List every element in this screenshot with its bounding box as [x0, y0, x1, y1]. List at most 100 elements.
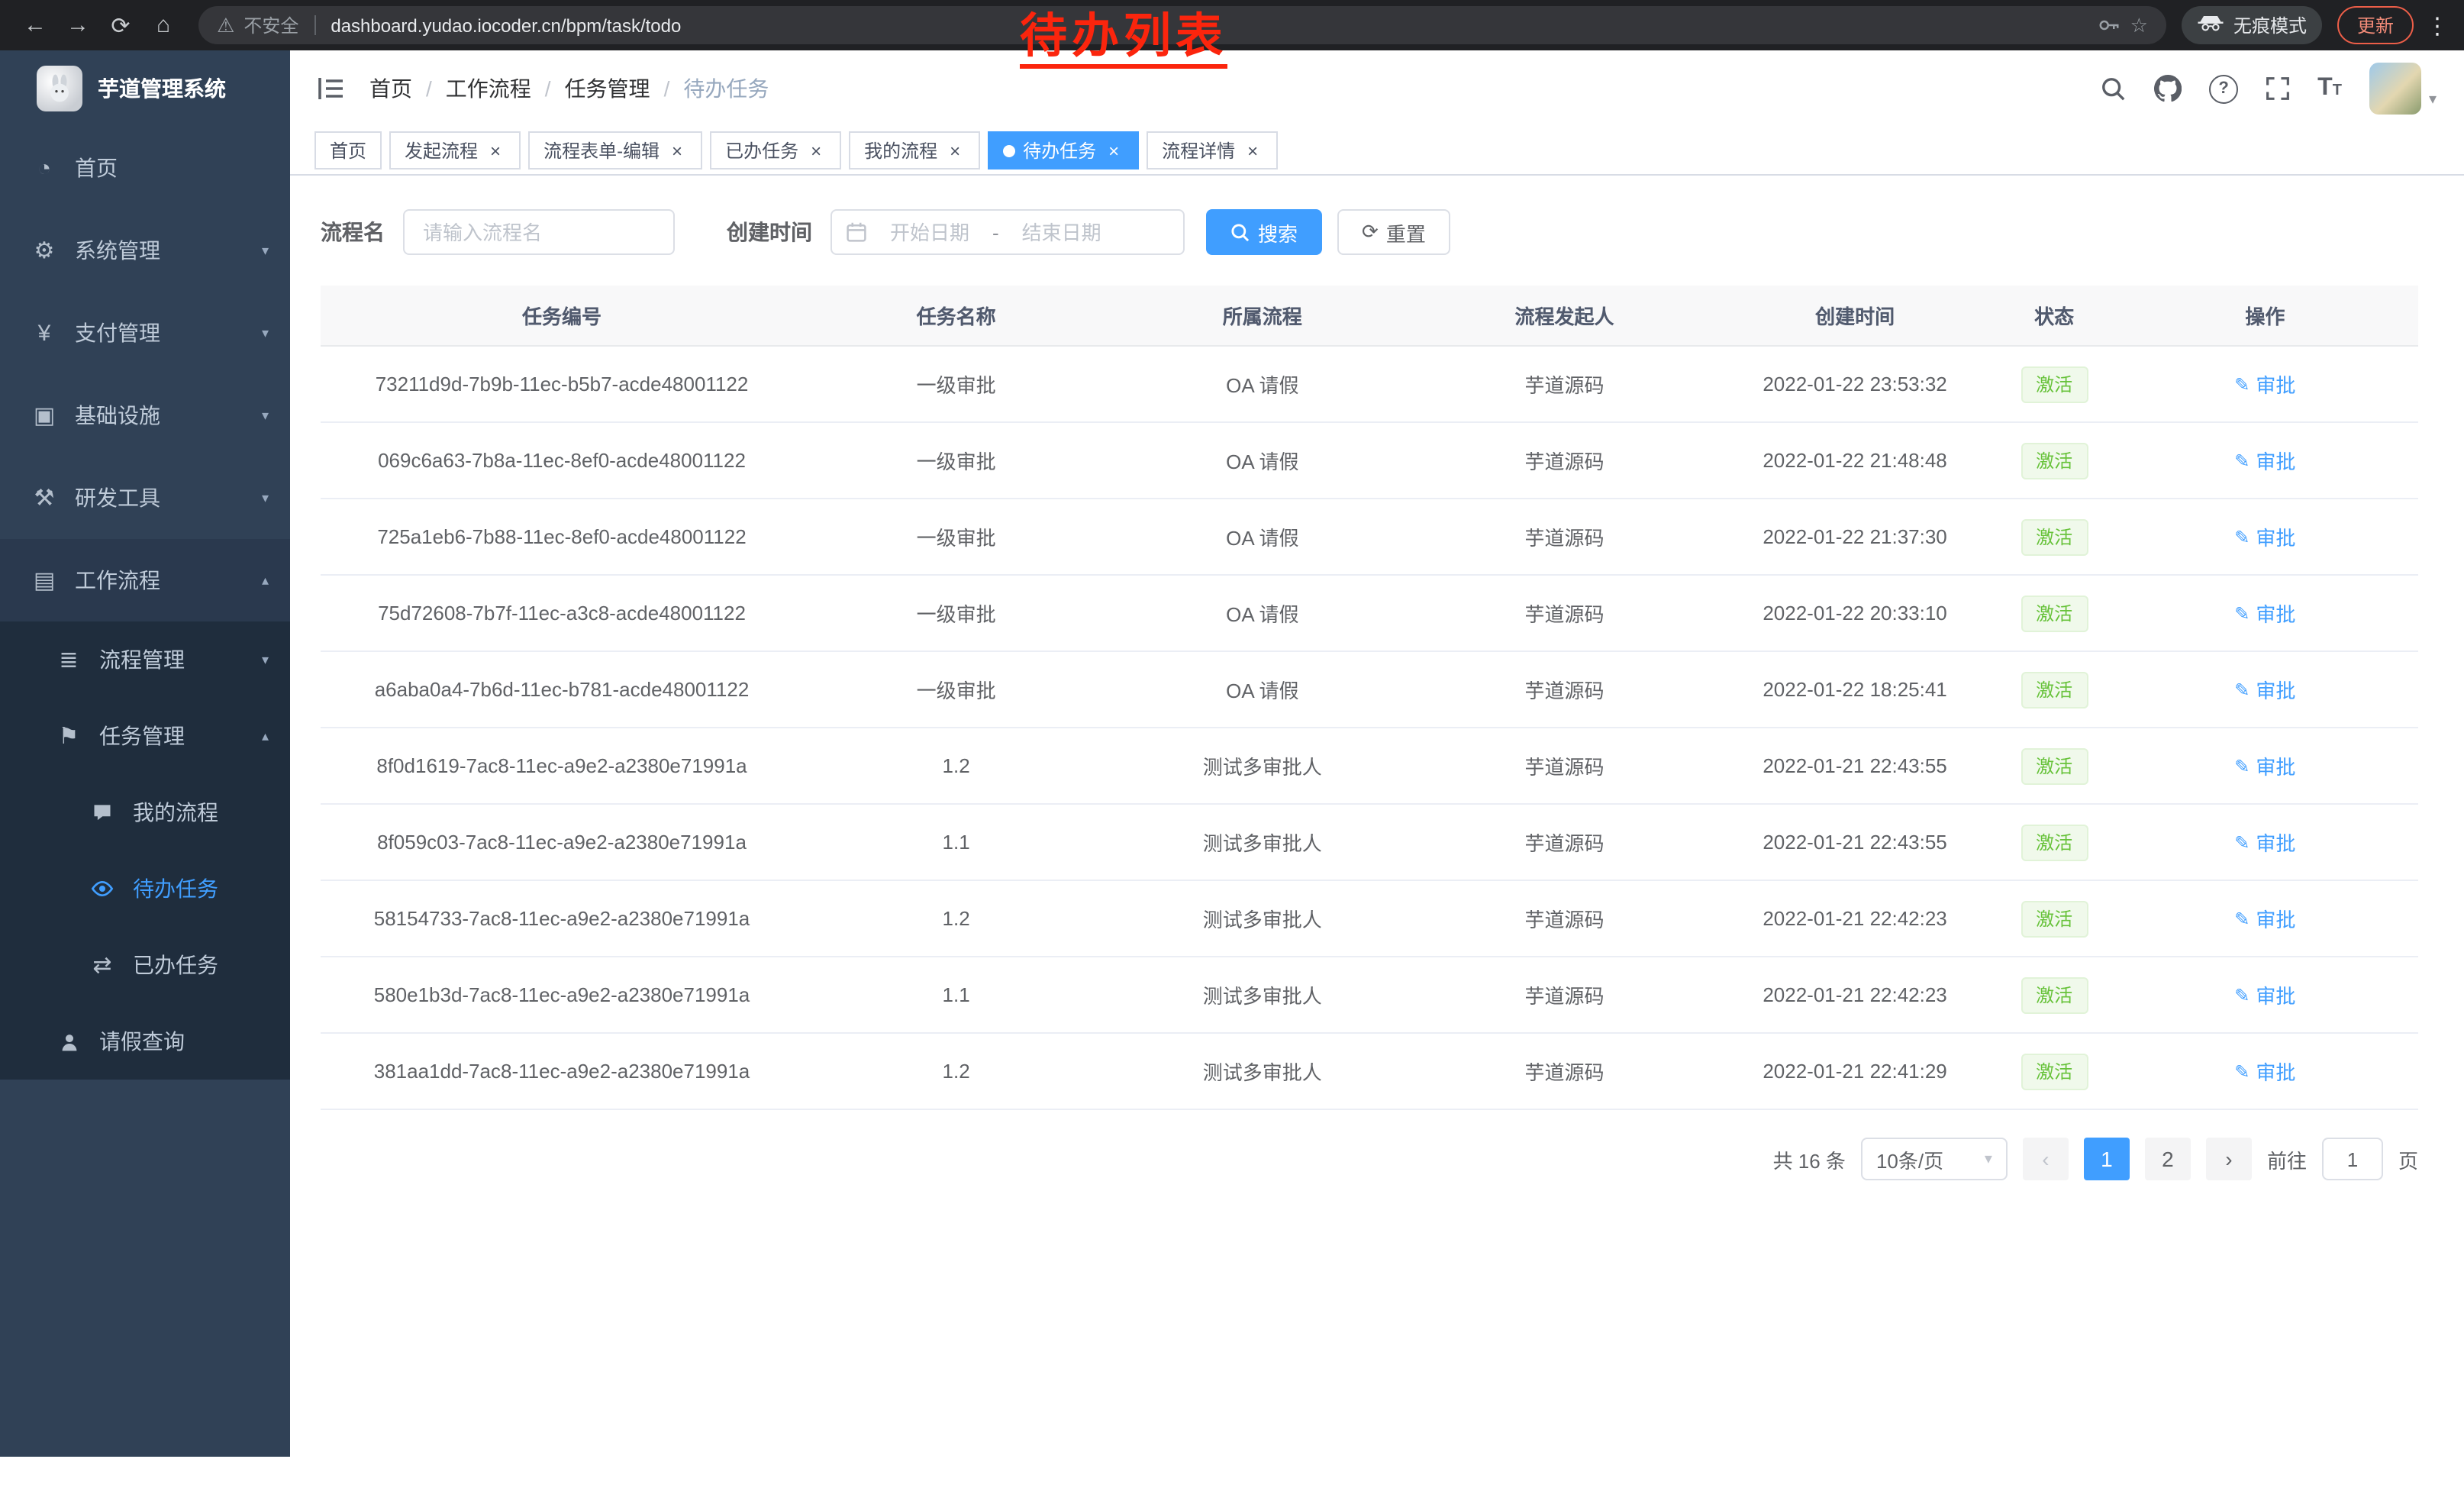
actions-cell: ✎审批: [2112, 346, 2418, 422]
home-icon[interactable]: ⌂: [144, 5, 183, 45]
sidebar-item-dev-tools[interactable]: ⚒ 研发工具 ▾: [0, 457, 290, 539]
next-page-button[interactable]: ›: [2206, 1138, 2252, 1180]
tab-home[interactable]: 首页: [314, 131, 382, 169]
sidebar-item-leave-query[interactable]: 请假查询: [0, 1003, 290, 1080]
sidebar-item-process-management[interactable]: ≣ 流程管理 ▾: [0, 621, 290, 698]
sidebar-item-done-task[interactable]: ⇄ 已办任务: [0, 927, 290, 1003]
approve-button[interactable]: ✎审批: [2234, 599, 2295, 628]
search-button[interactable]: 搜索: [1206, 209, 1322, 255]
approve-button[interactable]: ✎审批: [2234, 1057, 2295, 1086]
security-label[interactable]: 不安全: [243, 12, 298, 38]
process-name-input[interactable]: [403, 209, 675, 255]
refresh-icon: ⟳: [1362, 220, 1379, 244]
breadcrumb-item-workflow[interactable]: 工作流程: [446, 73, 531, 104]
close-icon[interactable]: ×: [667, 140, 687, 160]
sidebar-item-my-process[interactable]: 我的流程: [0, 774, 290, 851]
chevron-down-icon: ▾: [262, 489, 269, 506]
approve-label: 审批: [2256, 828, 2295, 857]
close-icon[interactable]: ×: [485, 140, 505, 160]
task-id-cell: 8f059c03-7ac8-11ec-a9e2-a2380e71991a: [321, 804, 803, 880]
tab-process-form-edit[interactable]: 流程表单-编辑 ×: [528, 131, 702, 169]
close-icon[interactable]: ×: [1104, 140, 1124, 160]
status-cell: 激活: [1997, 1033, 2112, 1109]
column-header-create-time: 创建时间: [1714, 286, 1997, 346]
task-id-cell: 580e1b3d-7ac8-11ec-a9e2-a2380e71991a: [321, 957, 803, 1033]
browser-window: ← → ⟳ ⌂ ⚠ 不安全 dashboard.yudao.iocoder.cn…: [0, 0, 2464, 1501]
eye-icon: [89, 880, 116, 898]
breadcrumb-item-todo-task: 待办任务: [683, 73, 769, 104]
chevron-down-icon: ▾: [262, 407, 269, 424]
url-text[interactable]: dashboard.yudao.iocoder.cn/bpm/task/todo: [331, 15, 681, 36]
task-id-cell: 73211d9d-7b9b-11ec-b5b7-acde48001122: [321, 346, 803, 422]
search-icon[interactable]: [2101, 76, 2127, 102]
approve-button[interactable]: ✎审批: [2234, 522, 2295, 551]
workflow-submenu-block: ▤ 工作流程 ▴ ≣ 流程管理 ▾ ⚑ 任务管理 ▴: [0, 539, 290, 1080]
page-button-1[interactable]: 1: [2084, 1138, 2130, 1180]
sidebar-item-label: 工作流程: [75, 565, 245, 596]
avatar[interactable]: [2369, 63, 2421, 115]
tab-process-detail[interactable]: 流程详情 ×: [1147, 131, 1278, 169]
breadcrumb-item-home[interactable]: 首页: [369, 73, 412, 104]
close-icon[interactable]: ×: [945, 140, 965, 160]
browser-menu-icon[interactable]: ⋮: [2426, 11, 2449, 39]
github-icon[interactable]: [2154, 75, 2182, 102]
address-bar[interactable]: ⚠ 不安全 dashboard.yudao.iocoder.cn/bpm/tas…: [198, 6, 2166, 44]
refresh-icon[interactable]: ⟳: [101, 5, 140, 45]
close-icon[interactable]: ×: [1243, 140, 1263, 160]
actions-cell: ✎审批: [2112, 422, 2418, 499]
task-name-cell: 1.1: [803, 957, 1109, 1033]
approve-label: 审批: [2256, 370, 2295, 399]
breadcrumb: 首页 / 工作流程 / 任务管理 / 待办任务: [369, 73, 769, 104]
prev-page-button[interactable]: ‹: [2023, 1138, 2069, 1180]
task-id-cell: 75d72608-7b7f-11ec-a3c8-acde48001122: [321, 575, 803, 651]
sidebar-item-workflow[interactable]: ▤ 工作流程 ▴: [0, 539, 290, 621]
person-icon: [55, 1031, 82, 1051]
breadcrumb-item-task-management[interactable]: 任务管理: [565, 73, 650, 104]
user-menu[interactable]: ▾: [2369, 63, 2437, 115]
tab-my-process[interactable]: 我的流程 ×: [849, 131, 980, 169]
help-icon[interactable]: ?: [2209, 74, 2238, 103]
page-size-select[interactable]: 10条/页 ▾: [1861, 1138, 2008, 1180]
update-button[interactable]: 更新: [2337, 6, 2414, 44]
approve-button[interactable]: ✎审批: [2234, 828, 2295, 857]
start-date-input[interactable]: [872, 219, 988, 245]
font-size-icon[interactable]: TT: [2317, 75, 2342, 102]
approve-button[interactable]: ✎审批: [2234, 446, 2295, 475]
back-icon[interactable]: ←: [15, 5, 55, 45]
reset-button[interactable]: ⟳ 重置: [1337, 209, 1450, 255]
tab-label: 我的流程: [864, 137, 937, 163]
sidebar-item-infrastructure[interactable]: ▣ 基础设施 ▾: [0, 374, 290, 457]
tab-start-process[interactable]: 发起流程 ×: [389, 131, 521, 169]
goto-suffix: 页: [2398, 1144, 2418, 1173]
fullscreen-icon[interactable]: [2266, 76, 2290, 101]
approve-button[interactable]: ✎审批: [2234, 675, 2295, 704]
bookmark-star-icon[interactable]: ☆: [2130, 13, 2148, 37]
key-icon[interactable]: [2098, 14, 2121, 37]
approve-button[interactable]: ✎审批: [2234, 980, 2295, 1009]
create-time-cell: 2022-01-22 21:48:48: [1714, 422, 1997, 499]
breadcrumb-separator: /: [664, 76, 670, 101]
sidebar-item-home[interactable]: ◔ 首页: [0, 127, 290, 209]
sidebar-item-system[interactable]: ⚙ 系统管理 ▾: [0, 209, 290, 292]
task-id-cell: 8f0d1619-7ac8-11ec-a9e2-a2380e71991a: [321, 728, 803, 804]
approve-button[interactable]: ✎审批: [2234, 751, 2295, 780]
status-cell: 激活: [1997, 575, 2112, 651]
tab-todo-task[interactable]: 待办任务 ×: [988, 131, 1139, 169]
table-row: 58154733-7ac8-11ec-a9e2-a2380e71991a 1.2…: [321, 880, 2418, 957]
sidebar-item-payment[interactable]: ¥ 支付管理 ▾: [0, 292, 290, 374]
forward-icon[interactable]: →: [58, 5, 98, 45]
tab-done-task[interactable]: 已办任务 ×: [710, 131, 841, 169]
logo-area[interactable]: 芋道管理系统: [0, 50, 290, 127]
approve-button[interactable]: ✎审批: [2234, 904, 2295, 933]
date-range-picker[interactable]: -: [830, 209, 1185, 255]
page-content: 流程名 创建时间 -: [290, 176, 2464, 1501]
approve-button[interactable]: ✎审批: [2234, 370, 2295, 399]
search-icon: [1230, 222, 1250, 242]
sidebar-toggle-icon[interactable]: [318, 76, 345, 101]
page-button-2[interactable]: 2: [2145, 1138, 2191, 1180]
close-icon[interactable]: ×: [806, 140, 826, 160]
goto-page-input[interactable]: [2322, 1138, 2383, 1180]
sidebar-item-todo-task[interactable]: 待办任务: [0, 851, 290, 927]
sidebar-item-task-management[interactable]: ⚑ 任务管理 ▴: [0, 698, 290, 774]
end-date-input[interactable]: [1004, 219, 1120, 245]
